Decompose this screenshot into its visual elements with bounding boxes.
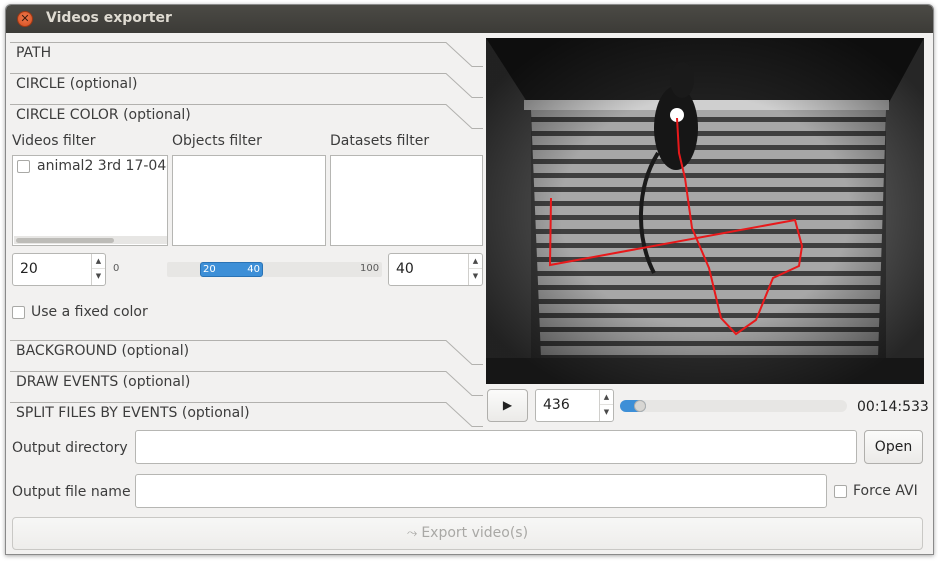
spin-arrows: ▲ ▼ [599, 390, 613, 421]
section-circle[interactable]: CIRCLE (optional) [10, 72, 483, 100]
section-split-files-label: SPLIT FILES BY EVENTS (optional) [16, 405, 250, 421]
objects-filter-label: Objects filter [172, 133, 262, 149]
handle-low-label: 20 [203, 264, 216, 275]
output-file-name-label: Output file name [12, 484, 131, 500]
spin-up-icon[interactable]: ▲ [92, 254, 105, 269]
list-item-checkbox[interactable] [17, 160, 30, 173]
time-label: 00:14:533 [857, 399, 929, 415]
range-slider[interactable]: 20 40 [167, 262, 382, 277]
window-title: Videos exporter [46, 10, 172, 26]
videos-filter-list[interactable]: animal2 3rd 17-04-2 [12, 155, 168, 246]
video-preview[interactable] [486, 38, 924, 384]
export-icon: ⤳ [406, 526, 418, 541]
datasets-filter-list[interactable] [330, 155, 483, 246]
slider-max-label: 100 [360, 263, 380, 274]
horizontal-scrollbar[interactable] [14, 236, 167, 244]
spin-down-icon[interactable]: ▼ [92, 269, 105, 284]
spin-down-icon[interactable]: ▼ [469, 269, 482, 284]
handle-high-label: 40 [247, 264, 260, 275]
section-draw-events-label: DRAW EVENTS (optional) [16, 374, 191, 390]
objects-filter-list[interactable] [172, 155, 326, 246]
section-background-label: BACKGROUND (optional) [16, 343, 190, 359]
spin-up-icon[interactable]: ▲ [469, 254, 482, 269]
section-circle-color-label: CIRCLE COLOR (optional) [16, 107, 191, 123]
section-background[interactable]: BACKGROUND (optional) [10, 339, 483, 367]
play-icon: ▶ [502, 398, 513, 412]
list-item[interactable]: animal2 3rd 17-04-2 [13, 156, 168, 176]
force-avi-label: Force AVI [853, 483, 918, 499]
export-videos-label: Export video(s) [421, 525, 529, 541]
slider-min-label: 0 [113, 263, 120, 274]
max-value-spinbox[interactable]: 40 ▲ ▼ [388, 253, 483, 286]
frame-value: 436 [543, 397, 570, 413]
open-button[interactable]: Open [864, 430, 923, 464]
video-frame [486, 38, 924, 384]
min-value-spinbox[interactable]: 20 ▲ ▼ [12, 253, 106, 286]
export-videos-button[interactable]: ⤳ Export video(s) [12, 517, 923, 550]
section-draw-events[interactable]: DRAW EVENTS (optional) [10, 370, 483, 398]
list-item-label: animal2 3rd 17-04-2 [37, 158, 168, 174]
section-split-files[interactable]: SPLIT FILES BY EVENTS (optional) [10, 401, 483, 429]
timeline-handle[interactable] [634, 400, 646, 412]
close-icon[interactable]: ✕ [17, 11, 33, 27]
output-directory-label: Output directory [12, 440, 128, 456]
videos-filter-label: Videos filter [12, 133, 96, 149]
fixed-color-checkbox[interactable] [12, 306, 25, 319]
section-divider [10, 42, 483, 67]
force-avi-option[interactable]: Force AVI [834, 483, 924, 501]
section-circle-label: CIRCLE (optional) [16, 76, 138, 92]
videos-exporter-window: ✕ Videos exporter PATH CIRCLE (optional)… [5, 4, 934, 555]
frame-spinbox[interactable]: 436 ▲ ▼ [535, 389, 614, 422]
min-value: 20 [20, 261, 38, 277]
section-circle-color[interactable]: CIRCLE COLOR (optional) [10, 103, 483, 131]
title-bar: ✕ Videos exporter [6, 5, 933, 33]
spin-up-icon[interactable]: ▲ [600, 390, 613, 405]
fixed-color-option[interactable]: Use a fixed color [12, 304, 192, 322]
force-avi-checkbox[interactable] [834, 485, 847, 498]
spin-down-icon[interactable]: ▼ [600, 405, 613, 420]
spin-arrows: ▲ ▼ [91, 254, 105, 285]
datasets-filter-label: Datasets filter [330, 133, 430, 149]
range-slider-selection[interactable]: 20 40 [200, 262, 263, 277]
scrollbar-thumb[interactable] [16, 238, 114, 243]
play-button[interactable]: ▶ [487, 389, 528, 422]
fixed-color-label: Use a fixed color [31, 304, 148, 320]
output-file-name-field[interactable] [135, 474, 827, 508]
section-path[interactable]: PATH [10, 41, 483, 69]
timeline-slider[interactable] [620, 400, 847, 412]
output-directory-field[interactable] [135, 430, 857, 464]
spin-arrows: ▲ ▼ [468, 254, 482, 285]
section-path-label: PATH [16, 45, 52, 61]
max-value: 40 [396, 261, 414, 277]
